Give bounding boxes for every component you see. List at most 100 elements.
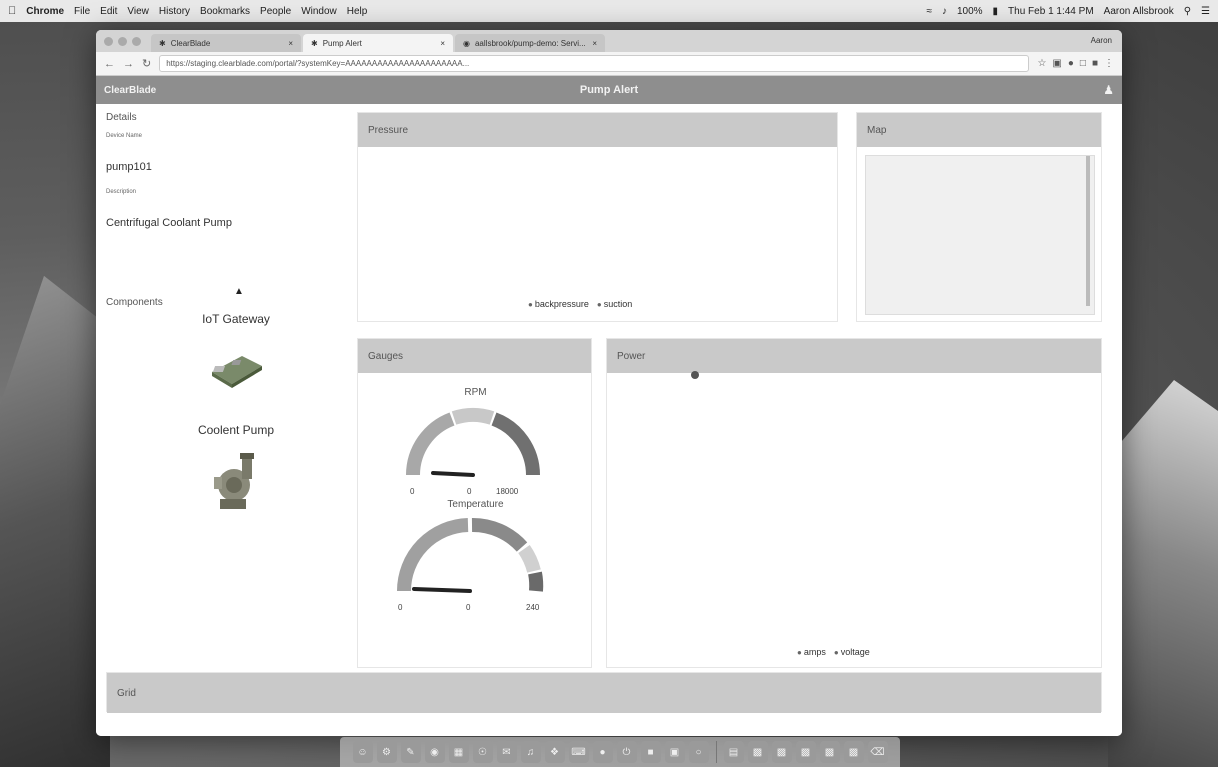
notes-icon[interactable]: ✎ [400, 741, 421, 763]
legend-item-suction[interactable]: ● suction [597, 299, 632, 309]
browser-window: ✱ ClearBlade × ✱ Pump Alert × ◉ aallsbro… [96, 30, 1122, 736]
tab-close-icon[interactable]: × [592, 39, 597, 48]
app-logo[interactable]: ClearBlade [104, 85, 156, 96]
temperature-gauge [397, 517, 544, 593]
mail-icon[interactable]: ✉ [496, 741, 517, 763]
extension-icons: ☆ ▣ ● □ ■ ⋮ [1037, 58, 1114, 69]
volume-icon[interactable]: ♪ [942, 6, 947, 17]
device-name-value: pump101 [106, 161, 152, 173]
coolant-pump-image [214, 453, 254, 509]
finder-icon[interactable]: ☺ [352, 741, 373, 763]
app-icon[interactable]: ● [592, 741, 613, 763]
app-icon[interactable]: ■ [640, 741, 661, 763]
gauge-arc-segment [406, 412, 455, 476]
tab-pump-alert[interactable]: ✱ Pump Alert × [303, 34, 453, 52]
forward-arrow-icon[interactable]: → [123, 58, 134, 70]
tab-title: Pump Alert [322, 38, 362, 48]
description-value: Centrifugal Coolant Pump [106, 217, 232, 229]
app-icon[interactable]: ▣ [664, 741, 685, 763]
map-scrollbar[interactable] [1086, 156, 1090, 306]
component-name: Coolent Pump [197, 423, 275, 437]
legend-label: voltage [840, 647, 870, 657]
mac-menubar:  Chrome File Edit View History Bookmark… [0, 0, 1218, 22]
menu-app-name[interactable]: Chrome [26, 6, 64, 17]
maximize-window-button[interactable] [132, 36, 141, 46]
map-panel: Map [856, 112, 1102, 322]
terminal-icon[interactable]: ⌨ [568, 741, 589, 763]
extension-icon[interactable]: ▣ [1052, 58, 1061, 69]
menu-view[interactable]: View [127, 6, 149, 17]
profile-name[interactable]: Aaron [1091, 36, 1112, 45]
dashboard-content: Details Device Name pump101 Description … [96, 104, 1122, 736]
battery-percent[interactable]: 100% [957, 6, 983, 17]
pressure-legend: ● backpressure ● suction [528, 299, 632, 309]
window-thumbnail-icon[interactable]: ▩ [771, 741, 792, 763]
url-field[interactable]: https://staging.clearblade.com/portal/?s… [159, 55, 1030, 72]
user-name[interactable]: Aaron Allsbrook [1104, 6, 1174, 17]
legend-item-voltage[interactable]: ● voltage [834, 647, 870, 657]
trash-icon[interactable]: ⌫ [867, 741, 888, 763]
legend-item-amps[interactable]: ● amps [797, 647, 826, 657]
menu-dots-icon[interactable]: ⋮ [1104, 58, 1114, 69]
mac-dock: ☺ ⚙ ✎ ◉ ▦ ☉ ✉ ♫ ❖ ⌨ ● ⏻ ■ ▣ ○ ▤ ▩ ▩ ▩ ▩ … [340, 737, 900, 767]
mouse-cursor-dot [691, 371, 699, 379]
legend-label: suction [603, 299, 633, 309]
menu-people[interactable]: People [260, 6, 291, 17]
wifi-icon[interactable]: ≈ [926, 6, 932, 17]
menu-edit[interactable]: Edit [100, 6, 117, 17]
power-icon[interactable]: ⏻ [616, 741, 637, 763]
document-icon[interactable]: ▤ [723, 741, 744, 763]
components-title: Components [106, 297, 163, 308]
favicon-icon: ✱ [311, 38, 318, 48]
list-icon[interactable]: ☰ [1201, 6, 1210, 17]
window-thumbnail-icon[interactable]: ▩ [747, 741, 768, 763]
wallpaper-mountain-left [0, 275, 110, 767]
window-thumbnail-icon[interactable]: ▩ [795, 741, 816, 763]
gauge-max-label: 240 [526, 603, 540, 612]
map-panel-header: Map [857, 113, 1101, 147]
extension-icon[interactable]: ■ [1092, 58, 1098, 69]
menu-file[interactable]: File [74, 6, 90, 17]
window-thumbnail-icon[interactable]: ▩ [843, 741, 864, 763]
music-icon[interactable]: ♫ [520, 741, 541, 763]
clock[interactable]: Thu Feb 1 1:44 PM [1008, 6, 1094, 17]
grid-panel: Grid [106, 672, 1102, 713]
battery-icon[interactable]: ▮ [993, 6, 999, 17]
component-iot-gateway[interactable]: IoT Gateway [126, 312, 346, 401]
reload-icon[interactable]: ↻ [142, 57, 151, 70]
component-coolant-pump[interactable]: Coolent Pump [126, 423, 346, 522]
menu-bookmarks[interactable]: Bookmarks [200, 6, 250, 17]
gauge-value-label: 0 [467, 487, 472, 496]
tab-title: ClearBlade [170, 38, 211, 48]
url-text: https://staging.clearblade.com/portal/?s… [166, 59, 470, 68]
pressure-panel: Pressure ● backpressure ● suction [357, 112, 838, 322]
apple-icon[interactable]:  [8, 5, 16, 17]
slack-icon[interactable]: ❖ [544, 741, 565, 763]
safari-icon[interactable]: ☉ [472, 741, 493, 763]
tab-clearblade[interactable]: ✱ ClearBlade × [151, 34, 301, 52]
photos-icon[interactable]: ▦ [448, 741, 469, 763]
star-icon[interactable]: ☆ [1037, 58, 1046, 69]
menu-history[interactable]: History [159, 6, 190, 17]
tab-close-icon[interactable]: × [440, 39, 445, 48]
search-icon[interactable]: ⚲ [1184, 6, 1191, 17]
user-icon[interactable]: ♟ [1103, 83, 1114, 97]
launchpad-icon[interactable]: ⚙ [376, 741, 397, 763]
tab-close-icon[interactable]: × [288, 39, 293, 48]
menu-help[interactable]: Help [347, 6, 368, 17]
extension-icon[interactable]: ● [1068, 58, 1074, 69]
back-arrow-icon[interactable]: ← [104, 58, 115, 70]
close-window-button[interactable] [104, 36, 113, 46]
app-icon[interactable]: ○ [688, 741, 709, 763]
map-view[interactable] [865, 155, 1095, 315]
tab-github[interactable]: ◉ aallsbrook/pump-demo: Servi... × [455, 34, 605, 52]
minimize-window-button[interactable] [118, 36, 127, 46]
legend-item-backpressure[interactable]: ● backpressure [528, 299, 589, 309]
chrome-icon[interactable]: ◉ [424, 741, 445, 763]
legend-label: amps [803, 647, 826, 657]
window-thumbnail-icon[interactable]: ▩ [819, 741, 840, 763]
menu-window[interactable]: Window [301, 6, 337, 17]
gauge-arc-segment [518, 544, 541, 573]
gauge-title-temperature: Temperature [447, 499, 504, 510]
extension-icon[interactable]: □ [1080, 58, 1086, 69]
